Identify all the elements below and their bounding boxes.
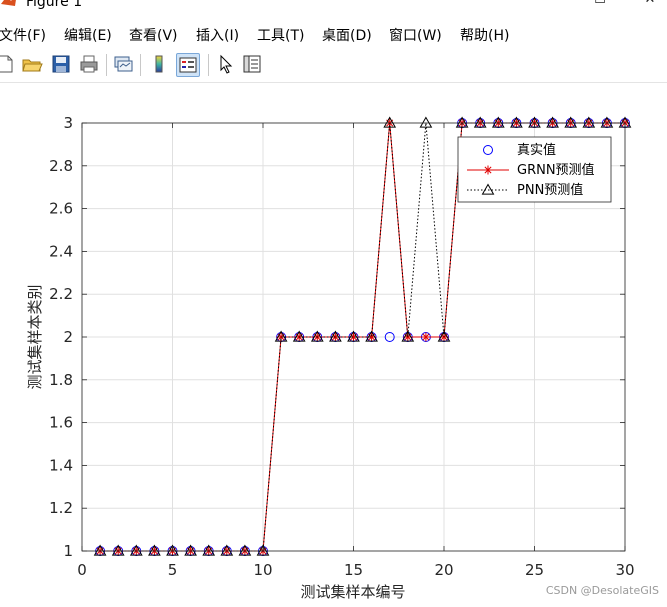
legend-entry-pnn: PNN预测值: [517, 182, 583, 198]
insert-legend-icon[interactable]: [176, 53, 200, 77]
y-tick-label: 2.8: [49, 157, 73, 175]
menu-insert[interactable]: 插入(I): [196, 25, 239, 45]
y-tick-label: 1.2: [49, 499, 73, 517]
legend-marker-asterisk: [483, 165, 493, 175]
minimize-button[interactable]: —: [522, 0, 562, 10]
menu-help[interactable]: 帮助(H): [460, 25, 509, 45]
x-tick-label: 30: [615, 561, 634, 579]
y-axis-label: 测试集样本类别: [26, 284, 44, 389]
figure-toolbar: [0, 48, 667, 83]
legend[interactable]: 真实值 GRNN预测值 PNN预测值: [457, 136, 612, 203]
print-icon[interactable]: [78, 53, 100, 75]
y-tick-label: 1.6: [49, 414, 73, 432]
legend-entry-true-value: 真实值: [517, 142, 556, 158]
property-inspector-icon[interactable]: [241, 53, 263, 75]
menu-edit[interactable]: 编辑(E): [64, 25, 112, 45]
x-tick-label: 20: [434, 561, 453, 579]
menu-view[interactable]: 查看(V): [129, 25, 178, 45]
menu-file[interactable]: 文件(F): [0, 25, 46, 45]
y-tick-label: 1.8: [49, 371, 73, 389]
menu-window[interactable]: 窗口(W): [389, 25, 442, 45]
x-tick-label: 0: [77, 561, 87, 579]
window-titlebar: Figure 1 — ☐ ✕: [0, 0, 667, 20]
link-plot-icon[interactable]: [112, 53, 134, 75]
legend-entry-grnn: GRNN预测值: [517, 162, 595, 178]
menu-bar: 文件(F) 编辑(E) 查看(V) 插入(I) 工具(T) 桌面(D) 窗口(W…: [0, 20, 667, 48]
y-tick-label: 3: [63, 114, 73, 132]
maximize-button[interactable]: ☐: [580, 0, 620, 10]
toolbar-separator: [140, 54, 141, 76]
y-tick-label: 2.2: [49, 285, 73, 303]
y-tick-label: 2.4: [49, 242, 73, 260]
save-icon[interactable]: [50, 53, 72, 75]
y-tick-label: 1: [63, 542, 73, 560]
watermark-text: CSDN @DesolateGIS: [545, 584, 659, 597]
x-axis-label: 测试集样本编号: [300, 583, 405, 601]
menu-desktop[interactable]: 桌面(D): [322, 25, 372, 45]
y-tick-label: 2: [63, 328, 73, 346]
y-tick-label: 1.4: [49, 456, 73, 474]
x-tick-label: 10: [253, 561, 272, 579]
line-chart: 0 5 10 15 20 25 3011.21.41.61.822.22.42.62.83 …: [26, 114, 635, 601]
edit-plot-arrow-icon[interactable]: [215, 53, 237, 75]
x-tick-label: 15: [344, 561, 363, 579]
figure-canvas: 0 5 10 15 20 25 30 1 1.2 1.4 1.6 1.8 2 2.2 2.4 2.6 2.8 3 …: [0, 82, 667, 603]
data-point-asterisk: [421, 332, 431, 342]
x-tick-label: 5: [168, 561, 178, 579]
close-button[interactable]: ✕: [630, 0, 667, 10]
x-tick-label: 25: [525, 561, 544, 579]
matlab-app-icon: [1, 0, 16, 6]
toolbar-separator: [208, 54, 209, 76]
toolbar-separator: [106, 54, 107, 76]
window-title: Figure 1: [26, 0, 83, 10]
insert-colorbar-icon[interactable]: [148, 53, 170, 75]
menu-tools[interactable]: 工具(T): [257, 25, 304, 45]
new-figure-icon[interactable]: [0, 53, 16, 75]
y-tick-label: 2.6: [49, 200, 73, 218]
open-file-icon[interactable]: [21, 53, 43, 75]
